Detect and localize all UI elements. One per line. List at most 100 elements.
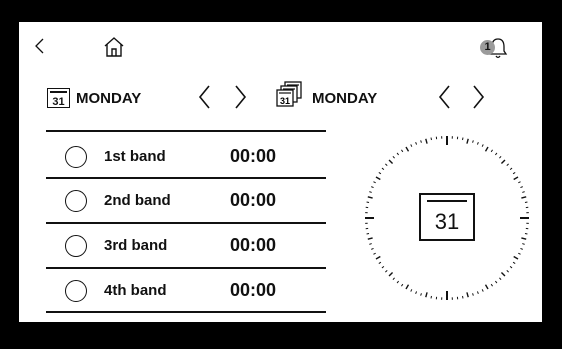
dial-tick [385,270,388,273]
dial-tick [521,237,527,240]
dial-tick [415,291,418,294]
back-chevron-icon[interactable] [33,34,47,58]
band-label: 3rd band [104,237,168,254]
band-radio[interactable] [65,146,87,168]
copy-prev-day-arrow-icon[interactable] [437,84,453,110]
band-time[interactable]: 00:00 [230,146,276,167]
dial-tick [472,140,474,143]
dial-tick [375,176,381,181]
dial-tick [378,172,382,175]
dial-tick [396,152,400,156]
clock-calendar-icon: 31 [419,193,475,241]
dial-tick [522,243,525,245]
dial-tick [484,284,489,290]
dial-tick [506,270,509,273]
copy-calendar-date: 31 [279,96,290,106]
band-row[interactable]: 4th band 00:00 [46,269,326,313]
dial-tick [512,261,516,264]
dial-tick [509,167,513,171]
band-row[interactable]: 3rd band 00:00 [46,224,326,268]
dial-tick [388,271,394,277]
dial-tick [509,265,513,269]
dial-tick [367,196,373,199]
dial-tick [512,172,516,175]
dial-tick [522,191,525,193]
dial-tick [405,146,410,152]
copy-next-day-arrow-icon[interactable] [470,84,486,110]
dial-tick [520,247,523,250]
dial-tick [396,280,400,284]
dial-tick [490,283,493,287]
next-day-arrow-icon[interactable] [232,84,248,110]
dial-tick [521,196,527,199]
dial-tick [385,163,388,166]
dial-tick [494,152,498,156]
dial-tick [506,163,509,166]
dial-tick [425,138,428,144]
dial-tick [484,146,489,152]
copy-day-label: MONDAY [312,90,378,107]
notifications-button[interactable]: 1 [480,36,510,62]
dial-tick [466,138,469,144]
dial-tick [373,181,376,184]
dial-tick [513,255,519,260]
dial-tick [499,156,502,159]
dial-tick [375,255,381,260]
band-time[interactable]: 00:00 [230,235,276,256]
prev-day-arrow-icon[interactable] [197,84,213,110]
dial-tick [369,243,372,245]
dial-tick [500,159,506,165]
dial-tick [420,140,422,143]
band-radio[interactable] [65,280,87,302]
dial-tick [415,142,418,145]
dial-tick [490,149,493,153]
dial-tick [518,181,521,184]
dial-tick [405,284,410,290]
dial-tick [381,265,385,269]
dial-tick [513,176,519,181]
band-radio[interactable] [65,190,87,212]
dial-tick [410,144,413,147]
clock-calendar-date: 31 [434,209,460,234]
band-divider [46,311,326,313]
band-label: 2nd band [104,192,171,209]
home-icon[interactable] [103,36,125,58]
dial-tick [499,277,502,280]
dial-tick [392,156,395,159]
calendar-icon: 31 [47,88,70,108]
dial-tick [401,283,404,287]
band-time[interactable]: 00:00 [230,280,276,301]
dial-tick [494,280,498,284]
dial-tick [425,292,428,298]
dial-tick [367,237,373,240]
dial-tick [466,292,469,298]
dial-tick [476,291,479,294]
dial-tick [378,261,382,264]
notification-badge: 1 [480,40,495,55]
dial-tick [381,167,385,171]
band-label: 4th band [104,282,167,299]
calendar-date: 31 [52,96,65,108]
band-radio[interactable] [65,235,87,257]
dial-tick [373,252,376,255]
dial-tick [401,149,404,153]
dial-tick [369,191,372,193]
screen: 1 31 MONDAY 31 MONDAY 1st band 00:00 2nd… [19,22,542,322]
band-row[interactable]: 2nd band 00:00 [46,179,326,223]
dial-tick [472,293,474,296]
dial-tick [520,186,523,189]
dial-tick [500,271,506,277]
dial-tick [371,186,374,189]
dial-tick [481,289,484,292]
band-label: 1st band [104,148,166,165]
dial-tick [388,159,394,165]
day-label: MONDAY [76,90,142,107]
dial-tick [420,293,422,296]
dial-tick [518,252,521,255]
dial-tick [481,144,484,147]
band-time[interactable]: 00:00 [230,190,276,211]
dial-tick [476,142,479,145]
dial-tick [371,247,374,250]
band-row[interactable]: 1st band 00:00 [46,132,326,176]
dial-tick [410,289,413,292]
